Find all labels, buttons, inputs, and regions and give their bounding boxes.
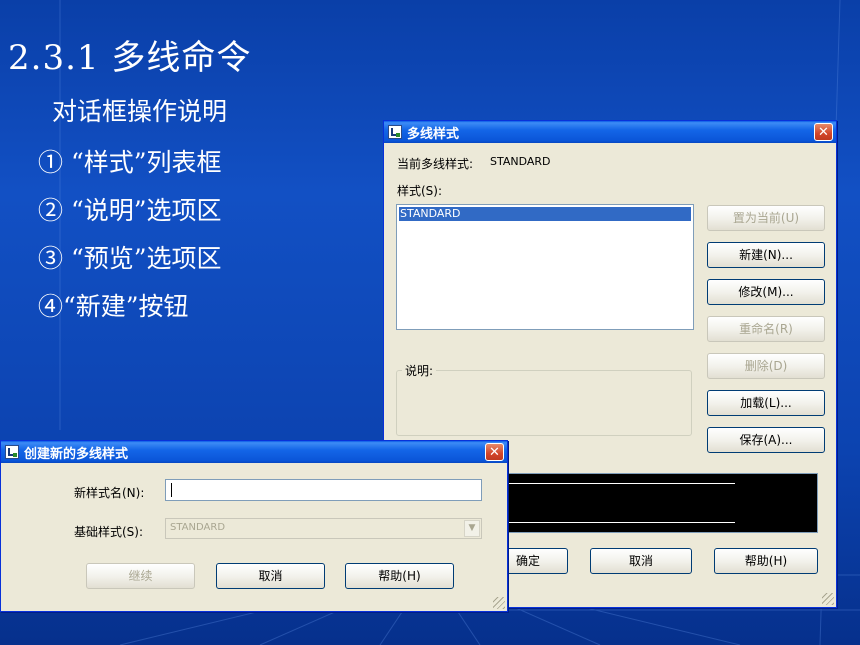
bullet-item: ② “说明”选项区 <box>38 196 222 225</box>
styles-listbox[interactable]: STANDARD <box>396 204 694 330</box>
app-icon <box>5 445 19 459</box>
preview-area <box>500 473 818 533</box>
slide-title: 2.3.1 多线命令 <box>8 38 252 78</box>
delete-button[interactable]: 删除(D) <box>707 353 825 379</box>
description-group <box>396 370 692 436</box>
new-cancel-button[interactable]: 取消 <box>216 563 325 589</box>
mlstyle-title: 多线样式 <box>407 126 460 142</box>
chevron-down-icon[interactable]: ▼ <box>464 520 480 537</box>
styles-label: 样式(S): <box>397 184 443 198</box>
resize-grip[interactable] <box>822 593 834 605</box>
save-button[interactable]: 保存(A)... <box>707 427 825 453</box>
base-style-select[interactable]: STANDARD ▼ <box>165 518 482 539</box>
new-style-title: 创建新的多线样式 <box>24 446 129 462</box>
bullet-item: ③ “预览”选项区 <box>38 244 222 273</box>
new-name-label: 新样式名(N): <box>74 486 145 500</box>
app-icon <box>388 125 402 139</box>
preview-line <box>505 522 735 523</box>
style-list-item[interactable]: STANDARD <box>399 207 691 221</box>
description-label: 说明: <box>402 362 437 379</box>
current-style-value: STANDARD <box>490 155 551 168</box>
rename-button[interactable]: 重命名(R) <box>707 316 825 342</box>
bullet-list: ① “样式”列表框 ② “说明”选项区 ③ “预览”选项区 ④“新建”按钮 <box>38 146 222 338</box>
base-style-label: 基础样式(S): <box>74 525 144 539</box>
text-cursor <box>171 483 172 497</box>
new-name-input[interactable] <box>165 479 482 501</box>
new-style-button[interactable]: 新建(N)... <box>707 242 825 268</box>
close-icon[interactable]: ✕ <box>485 443 504 461</box>
close-icon[interactable]: ✕ <box>814 123 833 141</box>
current-style-label: 当前多线样式: <box>397 157 474 171</box>
new-style-dialog: 创建新的多线样式 ✕ 新样式名(N): 基础样式(S): STANDARD ▼ … <box>0 440 508 612</box>
help-button[interactable]: 帮助(H) <box>714 548 818 574</box>
base-style-value: STANDARD <box>170 522 226 533</box>
resize-grip[interactable] <box>493 597 505 609</box>
set-current-button[interactable]: 置为当前(U) <box>707 205 825 231</box>
bullet-item: ① “样式”列表框 <box>38 148 222 177</box>
preview-line <box>505 483 735 484</box>
cancel-button[interactable]: 取消 <box>590 548 692 574</box>
new-help-button[interactable]: 帮助(H) <box>345 563 454 589</box>
load-button[interactable]: 加载(L)... <box>707 390 825 416</box>
modify-button[interactable]: 修改(M)... <box>707 279 825 305</box>
continue-button[interactable]: 继续 <box>86 563 195 589</box>
bullet-item: ④“新建”按钮 <box>38 292 189 321</box>
mlstyle-titlebar[interactable]: 多线样式 ✕ <box>384 121 836 143</box>
new-style-titlebar[interactable]: 创建新的多线样式 ✕ <box>1 441 507 463</box>
slide-subtitle: 对话框操作说明 <box>52 97 228 126</box>
